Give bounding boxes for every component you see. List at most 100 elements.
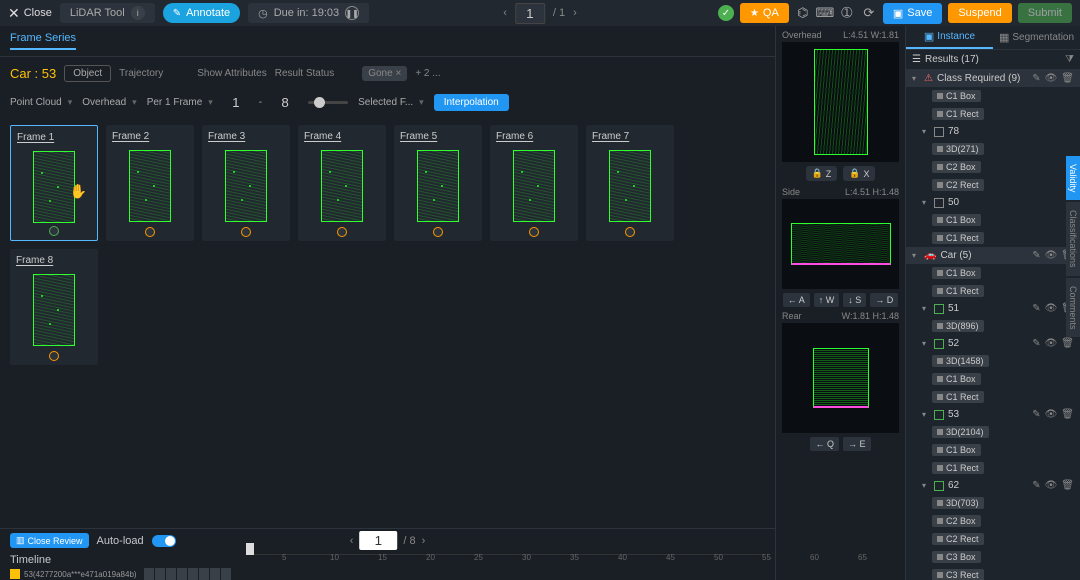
frame-card-8[interactable]: Frame 8 — [10, 249, 98, 365]
frame-card-6[interactable]: Frame 6 — [490, 125, 578, 241]
result-chip[interactable]: 3D(703) — [932, 497, 984, 509]
frame-card-2[interactable]: Frame 2 — [106, 125, 194, 241]
chip-row[interactable]: 3D(1458) — [906, 352, 1080, 370]
qa-button[interactable]: ★QA — [740, 3, 789, 23]
chip-row[interactable]: C1 Rect — [906, 105, 1080, 123]
car-item-53[interactable]: ▾53✎👁🗑 — [906, 406, 1080, 423]
timeline-ruler[interactable]: 5101520253035404550556065 — [246, 554, 765, 566]
result-chip[interactable]: 3D(271) — [932, 143, 984, 155]
result-chip[interactable]: C2 Box — [932, 515, 981, 527]
frame-card-3[interactable]: Frame 3 — [202, 125, 290, 241]
chip-row[interactable]: 3D(2104) — [906, 423, 1080, 441]
item-78[interactable]: ▾78 — [906, 123, 1080, 140]
chip-row[interactable]: C2 Rect — [906, 530, 1080, 548]
filter-icon[interactable]: ⧩ — [1065, 54, 1074, 65]
hamburger-icon[interactable]: ☰ — [912, 54, 921, 65]
result-chip[interactable]: C1 Rect — [932, 285, 984, 297]
chip-row[interactable]: 3D(703) — [906, 494, 1080, 512]
result-chip[interactable]: C1 Rect — [932, 462, 984, 474]
gone-pill[interactable]: Gone × — [362, 66, 407, 81]
tab-instance[interactable]: ▣Instance — [906, 26, 993, 49]
result-chip[interactable]: C2 Box — [932, 161, 981, 173]
segment[interactable] — [210, 568, 220, 580]
perframe-dropdown[interactable]: Per 1 Frame▾ — [147, 97, 213, 108]
frame-card-4[interactable]: Frame 4 — [298, 125, 386, 241]
chip-row[interactable]: C1 Box — [906, 441, 1080, 459]
bottom-page-input[interactable] — [359, 531, 397, 550]
nav-d[interactable]: → D — [870, 293, 898, 307]
result-chip[interactable]: C1 Box — [932, 444, 981, 456]
next-icon[interactable]: › — [573, 7, 577, 19]
show-attributes[interactable]: Show Attributes — [197, 68, 266, 79]
playhead[interactable] — [246, 543, 254, 555]
result-chip[interactable]: C3 Box — [932, 551, 981, 563]
autoload-toggle[interactable] — [152, 535, 176, 547]
car-item-51[interactable]: ▾51✎👁🗑 — [906, 300, 1080, 317]
track-segments[interactable] — [144, 568, 231, 580]
chip-row[interactable]: C2 Box — [906, 158, 1080, 176]
shortcut-icon[interactable]: ⌨ — [817, 5, 833, 21]
prev-icon[interactable]: ‹ — [350, 535, 354, 547]
object-pill[interactable]: Object — [64, 65, 111, 82]
chip-row[interactable]: C2 Rect — [906, 176, 1080, 194]
tab-frame-series[interactable]: Frame Series — [10, 32, 76, 50]
frame-card-5[interactable]: Frame 5 — [394, 125, 482, 241]
item-50[interactable]: ▾50 — [906, 194, 1080, 211]
result-chip[interactable]: C1 Box — [932, 267, 981, 279]
result-status[interactable]: Result Status — [275, 68, 334, 79]
result-chip[interactable]: C1 Box — [932, 90, 981, 102]
nav-q[interactable]: ← Q — [810, 437, 839, 451]
suspend-button[interactable]: Suspend — [948, 3, 1011, 23]
side-tab-validity[interactable]: Validity — [1066, 156, 1080, 200]
result-chip[interactable]: C2 Rect — [932, 179, 984, 191]
nav-e[interactable]: → E — [843, 437, 871, 451]
car-item-62[interactable]: ▾62✎👁🗑 — [906, 477, 1080, 494]
chip-row[interactable]: C3 Rect — [906, 566, 1080, 580]
close-review-button[interactable]: ▥Close Review — [10, 533, 89, 548]
chip-row[interactable]: 3D(896) — [906, 317, 1080, 335]
close-mini-icon[interactable]: × — [395, 68, 401, 79]
result-chip[interactable]: C3 Rect — [932, 569, 984, 580]
result-chip[interactable]: C1 Rect — [932, 108, 984, 120]
chip-row[interactable]: C3 Box — [906, 548, 1080, 566]
chip-row[interactable]: C1 Rect — [906, 459, 1080, 477]
lidar-tool-pill[interactable]: LiDAR Tooli — [60, 3, 155, 23]
segment[interactable] — [144, 568, 154, 580]
refresh-icon[interactable]: ⟳ — [861, 5, 877, 21]
car-item-52[interactable]: ▾52✎👁🗑 — [906, 335, 1080, 352]
lock-x[interactable]: 🔒X — [843, 166, 875, 181]
next-icon[interactable]: › — [422, 535, 426, 547]
bug-icon[interactable]: ⌬ — [795, 5, 811, 21]
frame-card-1[interactable]: Frame 1 ✋ — [10, 125, 98, 241]
result-chip[interactable]: 3D(1458) — [932, 355, 989, 367]
range-to-input[interactable] — [272, 95, 298, 110]
chip-row[interactable]: C1 Rect — [906, 388, 1080, 406]
segment[interactable] — [221, 568, 231, 580]
chip-row[interactable]: C1 Box — [906, 264, 1080, 282]
close-button[interactable]: ✕Close — [8, 5, 52, 22]
nav-a[interactable]: ← A — [783, 293, 810, 307]
range-slider[interactable] — [308, 101, 348, 104]
nav-w[interactable]: ↑ W — [814, 293, 840, 307]
result-chip[interactable]: C1 Box — [932, 214, 981, 226]
overhead-view[interactable] — [782, 42, 899, 162]
side-tab-comments[interactable]: Comments — [1066, 278, 1080, 338]
segment[interactable] — [199, 568, 209, 580]
save-button[interactable]: ▣Save — [883, 3, 942, 24]
prev-icon[interactable]: ‹ — [503, 7, 507, 19]
chip-row[interactable]: C1 Rect — [906, 229, 1080, 247]
segment[interactable] — [188, 568, 198, 580]
interpolation-button[interactable]: Interpolation — [434, 94, 509, 111]
help-icon[interactable]: ➀ — [839, 5, 855, 21]
chip-row[interactable]: 3D(271) — [906, 140, 1080, 158]
info-icon[interactable]: i — [131, 6, 145, 20]
range-from-input[interactable] — [223, 95, 249, 110]
result-chip[interactable]: C1 Rect — [932, 391, 984, 403]
tab-segmentation[interactable]: ▦Segmentation — [993, 26, 1080, 49]
pointcloud-dropdown[interactable]: Point Cloud▾ — [10, 97, 72, 108]
class-required-group[interactable]: ▾⚠Class Required (9)✎👁🗑 — [906, 70, 1080, 87]
annotate-button[interactable]: ✎Annotate — [163, 3, 240, 23]
segment[interactable] — [155, 568, 165, 580]
car-group[interactable]: ▾🚗Car (5)✎👁🗑 — [906, 247, 1080, 264]
result-chip[interactable]: C1 Rect — [932, 232, 984, 244]
